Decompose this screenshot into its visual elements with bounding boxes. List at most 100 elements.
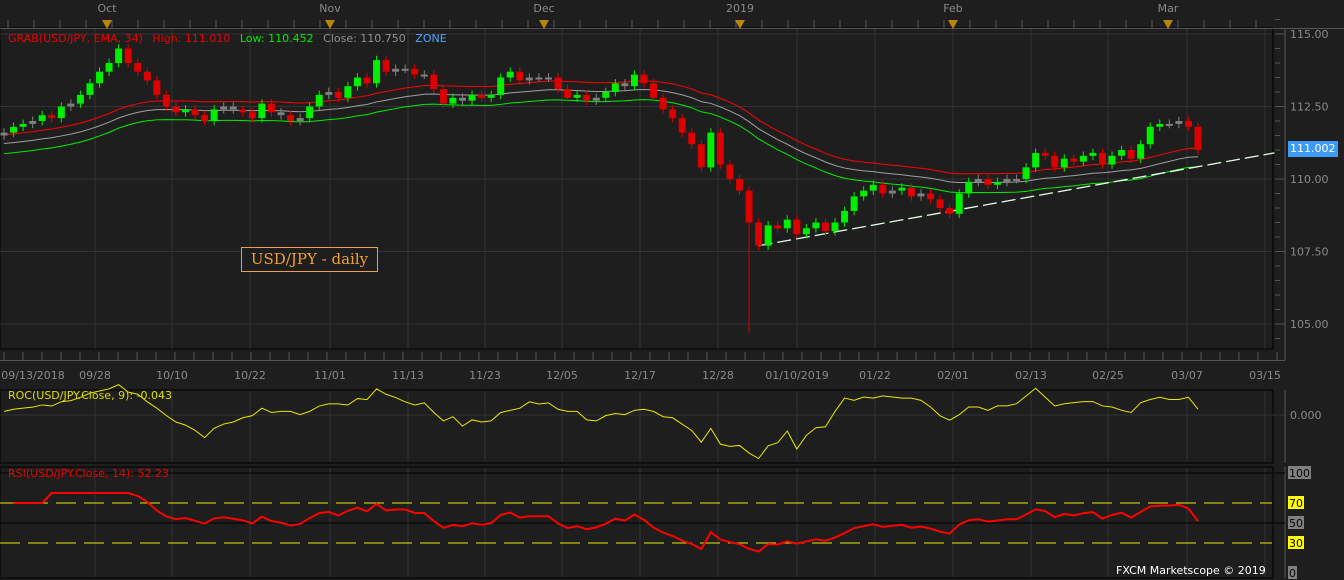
- candle-body: [29, 121, 37, 124]
- chart-canvas[interactable]: Oct Nov Dec 2019 Feb Mar 115.00 112.50 110.00 107…: [0, 0, 1344, 580]
- candle-body: [907, 187, 915, 197]
- candle-body: [430, 74, 438, 90]
- candle-body: [67, 103, 75, 107]
- candle-body: [564, 89, 572, 98]
- ema-close-line: [3, 88, 1199, 184]
- candle-body: [525, 77, 533, 81]
- date-axis-label: 12/17: [624, 369, 656, 382]
- candle-body: [841, 210, 849, 223]
- roc-line: [3, 384, 1199, 460]
- candle-body: [1165, 123, 1173, 126]
- rsi-axis-label: 30: [1289, 537, 1303, 550]
- candle-body: [640, 74, 648, 84]
- date-axis-label: 12/05: [546, 369, 578, 382]
- candle-body: [1184, 121, 1192, 127]
- candle-body: [1051, 155, 1059, 168]
- candle-body: [879, 184, 887, 194]
- candle-body: [115, 48, 123, 63]
- candle-body: [1146, 126, 1154, 145]
- candle-body: [296, 118, 304, 121]
- candle-body: [535, 77, 543, 80]
- month-label: Nov: [319, 2, 341, 15]
- price-axis-label: 105.00: [1290, 318, 1329, 331]
- candle-body: [793, 219, 801, 235]
- roc-axis-label: 0.000: [1290, 409, 1322, 422]
- candle-body: [258, 103, 266, 119]
- date-axis-label: 02/01: [937, 369, 969, 382]
- candle-body: [373, 60, 381, 84]
- roc-panel-border: [0, 389, 1274, 464]
- candle-body: [420, 74, 428, 77]
- candle-body: [783, 219, 791, 229]
- candle-body: [812, 222, 820, 229]
- date-axis-label: 10/22: [234, 369, 266, 382]
- candle-body: [993, 181, 1001, 185]
- date-axis-label: 09/13/2018: [1, 369, 64, 382]
- candle-body: [411, 68, 419, 75]
- candle-body: [57, 106, 65, 119]
- candle-body: [201, 115, 209, 121]
- candle-body: [449, 97, 457, 104]
- candle-body: [1127, 150, 1135, 159]
- candle-body: [458, 97, 466, 101]
- candle-body: [1175, 121, 1183, 124]
- candle-body: [764, 225, 772, 246]
- candle-body: [1194, 126, 1202, 150]
- candle-body: [248, 112, 256, 119]
- candle-body: [736, 179, 744, 191]
- candle-body: [1041, 152, 1049, 156]
- date-axis-label: 02/25: [1092, 369, 1124, 382]
- date-axis-label: 11/13: [392, 369, 424, 382]
- candle-body: [143, 71, 151, 81]
- price-axis-label: 115.00: [1290, 28, 1329, 41]
- candle-body: [191, 109, 199, 116]
- candle-body: [10, 126, 18, 133]
- candle-body: [688, 132, 696, 145]
- candle-body: [554, 77, 562, 90]
- rsi-label: RSI(USD/JPY.Close, 14): 52.23: [8, 467, 169, 480]
- date-axis-label: 09/28: [79, 369, 111, 382]
- roc-label: ROC(USD/JPY.Close, 9): -0.043: [8, 389, 173, 402]
- candle-body: [239, 109, 247, 113]
- candle-body: [506, 71, 514, 78]
- candle-body: [153, 80, 161, 95]
- candle-body: [392, 68, 400, 72]
- candle-body: [850, 196, 858, 211]
- date-axis-label: 01/22: [859, 369, 891, 382]
- candle-body: [277, 112, 285, 116]
- candle-body: [344, 86, 352, 98]
- candle-body: [716, 132, 724, 165]
- candle-body: [210, 109, 218, 121]
- date-axis-label: 11/23: [469, 369, 501, 382]
- candle-body: [516, 71, 524, 81]
- candle-body: [363, 77, 371, 84]
- trendline: [758, 152, 1275, 247]
- candle-body: [124, 48, 132, 63]
- candle-body: [1013, 179, 1021, 181]
- price-axis-label: 112.50: [1290, 101, 1329, 114]
- candle-body: [1118, 150, 1126, 156]
- candle-body: [707, 132, 715, 168]
- candle-body: [946, 208, 954, 214]
- candle-body: [325, 92, 333, 95]
- candle-body: [592, 97, 600, 101]
- chart-title-box[interactable]: USD/JPY - daily: [241, 247, 378, 272]
- candle-body: [334, 92, 342, 98]
- date-axis-label: 03/07: [1171, 369, 1203, 382]
- candle-body: [697, 144, 705, 168]
- footer-copyright: FXCM Marketscope © 2019: [1116, 564, 1266, 577]
- month-label: 2019: [726, 2, 754, 15]
- candle-body: [48, 115, 56, 119]
- candle-body: [774, 225, 782, 229]
- candle-body: [1070, 158, 1078, 162]
- candle-body: [965, 181, 973, 194]
- date-axis-label: 11/01: [314, 369, 346, 382]
- candle-body: [611, 83, 619, 92]
- legend-indicator: GRAB(USD/JPY, EMA, 34): [8, 32, 143, 45]
- date-axis-label: 03/15: [1249, 369, 1281, 382]
- date-axis-label: 01/10/2019: [765, 369, 828, 382]
- candle-body: [38, 115, 46, 121]
- date-axis-label: 02/13: [1015, 369, 1047, 382]
- date-axis-label: 10/10: [156, 369, 188, 382]
- candle-body: [573, 94, 581, 98]
